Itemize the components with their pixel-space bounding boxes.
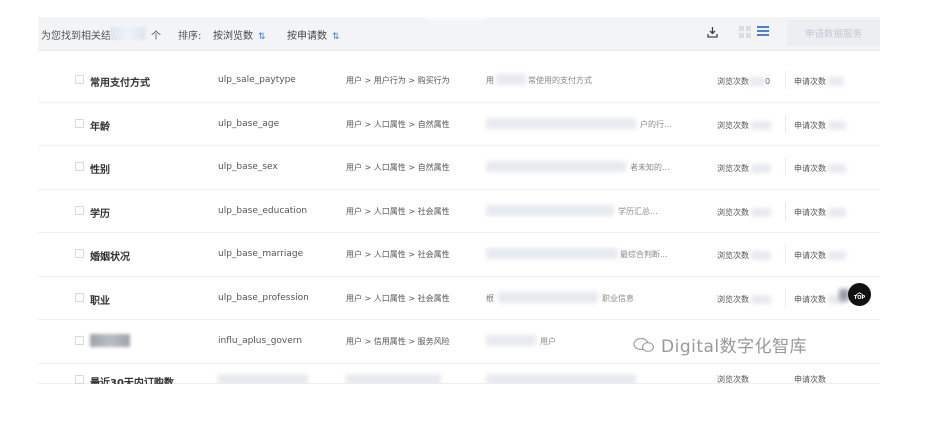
row-checkbox[interactable] bbox=[75, 292, 84, 302]
list-item[interactable]: 年龄 ulp_base_age 用户 > 人口属性 > 自然属性 户的行... … bbox=[38, 103, 880, 146]
application-count: 申请次数 bbox=[794, 249, 846, 261]
row-checkbox[interactable] bbox=[75, 374, 84, 384]
tag-description-start: 用 bbox=[486, 76, 494, 85]
tag-name[interactable]: 年龄 bbox=[90, 118, 110, 133]
redacted-text bbox=[218, 373, 308, 384]
divider bbox=[785, 114, 786, 133]
application-count: 申请次数 bbox=[794, 374, 826, 384]
list-item[interactable]: 最近30天内订购数 浏览次数 申请次数 bbox=[38, 364, 880, 384]
tag-category-path: 用户 > 人口属性 > 社会属性 bbox=[346, 293, 450, 303]
list-item[interactable]: 职业 ulp_base_profession 用户 > 人口属性 > 社会属性 … bbox=[38, 277, 880, 320]
divider bbox=[785, 201, 786, 220]
row-checkbox[interactable] bbox=[75, 118, 84, 128]
application-count: 申请次数 bbox=[794, 293, 846, 305]
application-count: 申请次数 bbox=[794, 206, 846, 218]
application-count: 申请次数 bbox=[794, 75, 844, 87]
tag-code: ulp_base_marriage bbox=[218, 249, 304, 259]
row-checkbox[interactable] bbox=[75, 249, 84, 258]
result-count-label: 为您找到相关结果 bbox=[41, 31, 121, 42]
redacted-text bbox=[486, 335, 536, 346]
list-page: 为您找到相关结果 个 排序: 按浏览数 ⇅ 按申请数 ⇅ 申请数据服务 常用支付方式… bbox=[38, 17, 880, 384]
tag-description-end: 学历汇总... bbox=[618, 206, 658, 216]
view-count: 浏览次数 bbox=[717, 374, 749, 384]
row-checkbox[interactable] bbox=[75, 75, 84, 84]
view-count: 浏览次数 bbox=[717, 206, 771, 218]
toolbar-edge bbox=[426, 17, 486, 20]
sort-arrows-icon: ⇅ bbox=[332, 32, 340, 42]
tag-name[interactable]: 婚姻状况 bbox=[90, 248, 130, 263]
tag-category-path: 用户 > 人口属性 > 自然属性 bbox=[346, 119, 450, 129]
redacted-text bbox=[486, 204, 614, 216]
tag-description-end: 户的行... bbox=[640, 119, 672, 129]
tag-name[interactable]: 最近30天内订购数 bbox=[90, 374, 174, 385]
tag-name[interactable]: 常用支付方式 bbox=[90, 74, 150, 89]
row-checkbox[interactable] bbox=[75, 336, 84, 345]
redacted-text bbox=[496, 74, 526, 85]
tag-description-end: 最综合判断... bbox=[620, 250, 668, 259]
redacted-text bbox=[346, 373, 441, 384]
tag-description-end: 者未知的... bbox=[630, 163, 670, 172]
view-count: 浏览次数 bbox=[717, 162, 771, 174]
tag-code: ulp_base_profession bbox=[218, 292, 309, 303]
tag-code: ulp_base_sex bbox=[218, 162, 278, 172]
divider bbox=[785, 288, 786, 307]
result-count-unit: 个 bbox=[151, 31, 161, 42]
row-checkbox[interactable] bbox=[75, 162, 84, 171]
list-item[interactable]: 学历 ulp_base_education 用户 > 人口属性 > 社会属性 学… bbox=[38, 190, 880, 233]
grid-view-icon[interactable] bbox=[739, 26, 751, 38]
list-item[interactable]: 婚姻状况 ulp_base_marriage 用户 > 人口属性 > 社会属性 … bbox=[38, 233, 880, 277]
tag-category-path: 用户 > 人口属性 > 自然属性 bbox=[346, 163, 450, 172]
watermark-text: Digital数字化智库 bbox=[661, 337, 808, 357]
tag-description-end: 常使用的支付方式 bbox=[528, 76, 592, 85]
redacted-text bbox=[486, 117, 636, 129]
tag-description-end: 用户 bbox=[540, 337, 556, 346]
view-count: 浏览次数 bbox=[717, 293, 771, 305]
download-icon[interactable] bbox=[707, 26, 718, 41]
sort-by-views-label: 按浏览数 bbox=[213, 31, 253, 42]
tag-category-path: 用户 > 人口属性 > 社会属性 bbox=[346, 250, 450, 259]
divider bbox=[785, 158, 786, 176]
redacted-tag-name bbox=[90, 334, 130, 347]
back-to-top-label: TOP bbox=[853, 294, 866, 301]
redacted-text bbox=[486, 161, 626, 172]
tag-category-path: 用户 > 人口属性 > 社会属性 bbox=[346, 206, 450, 216]
tag-code: ulp_sale_paytype bbox=[218, 75, 296, 85]
tag-description-end: 职业信息 bbox=[602, 293, 634, 303]
application-count: 申请次数 bbox=[794, 162, 846, 174]
redacted-text bbox=[498, 291, 598, 303]
result-toolbar: 为您找到相关结果 个 排序: 按浏览数 ⇅ 按申请数 ⇅ 申请数据服务 bbox=[38, 17, 880, 51]
row-checkbox[interactable] bbox=[75, 205, 84, 215]
watermark: Digital数字化智库 bbox=[633, 332, 807, 357]
wechat-icon bbox=[633, 337, 655, 353]
tag-description-start: 根 bbox=[486, 293, 494, 303]
redacted-text bbox=[486, 248, 618, 259]
sort-arrows-icon: ⇅ bbox=[258, 32, 266, 42]
tag-category-path: 用户 > 用户行为 > 购买行为 bbox=[346, 76, 450, 85]
sort-by-applications-label: 按申请数 bbox=[287, 31, 327, 42]
redacted-text bbox=[486, 373, 636, 384]
tag-code: influ_aplus_govern bbox=[218, 336, 303, 346]
list-view-icon[interactable] bbox=[757, 26, 769, 38]
divider bbox=[785, 245, 786, 263]
view-count: 浏览次数 0 bbox=[717, 77, 771, 86]
tag-code: ulp_base_education bbox=[218, 205, 308, 216]
application-count: 申请次数 bbox=[794, 119, 846, 131]
view-count: 浏览次数 bbox=[717, 119, 771, 131]
tag-category-path: 用户 > 信用属性 > 服务风险 bbox=[346, 337, 450, 346]
tag-name[interactable]: 性别 bbox=[90, 161, 110, 176]
apply-data-service-button[interactable]: 申请数据服务 bbox=[787, 20, 880, 46]
back-to-top-button[interactable]: ︿ TOP bbox=[848, 283, 871, 306]
result-count-value bbox=[110, 27, 146, 40]
sort-by-applications[interactable]: 按申请数 ⇅ bbox=[287, 27, 340, 42]
view-count: 浏览次数 bbox=[717, 249, 771, 261]
tag-code: ulp_base_age bbox=[218, 118, 280, 129]
list-item[interactable]: 常用支付方式 ulp_sale_paytype 用户 > 用户行为 > 购买行为… bbox=[38, 59, 880, 103]
sort-by-views[interactable]: 按浏览数 ⇅ bbox=[213, 27, 266, 42]
tag-name[interactable]: 学历 bbox=[90, 205, 110, 220]
list-item[interactable]: 性别 ulp_base_sex 用户 > 人口属性 > 自然属性 者未知的...… bbox=[38, 146, 880, 190]
sort-label: 排序: bbox=[178, 31, 202, 42]
divider bbox=[785, 71, 786, 89]
tag-name[interactable]: 职业 bbox=[90, 292, 110, 307]
